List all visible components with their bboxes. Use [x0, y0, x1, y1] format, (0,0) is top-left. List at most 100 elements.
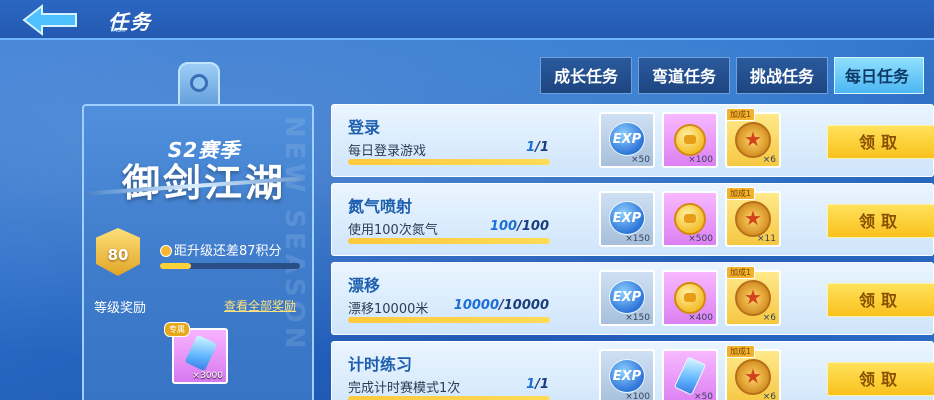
level-progress-bar	[160, 263, 300, 269]
task-name: 计时练习	[348, 355, 413, 374]
star-medal-icon: ★	[735, 359, 771, 395]
task-row: 漂移 漂移10000米 10000/10000 EXP ×150 ×400 加成…	[331, 262, 934, 335]
task-name: 漂移	[348, 276, 381, 295]
task-progress-text: 100/100	[490, 219, 549, 234]
top-bar: 任务 TASK	[0, 0, 934, 40]
level-reward-item[interactable]: 专属 ×3000	[164, 322, 228, 384]
task-progress-text: 1/1	[526, 140, 549, 155]
reward-count: ×11	[757, 234, 776, 244]
coin-icon	[674, 203, 706, 235]
reward-count: ×150	[625, 234, 650, 244]
bonus-tag: 加成1	[726, 108, 756, 121]
reward-item[interactable]: EXP ×50	[599, 112, 655, 168]
claim-button[interactable]: 领取	[827, 362, 934, 396]
reward-count: ×6	[762, 313, 776, 323]
crystal-icon	[184, 334, 218, 372]
task-description: 完成计时赛模式1次	[348, 381, 461, 396]
progress-current: 1	[526, 140, 536, 155]
tab-corner[interactable]: 弯道任务	[638, 57, 731, 94]
reward-item[interactable]: ×50	[662, 349, 718, 400]
back-arrow-icon[interactable]	[20, 3, 80, 37]
tab-growth[interactable]: 成长任务	[540, 57, 633, 94]
bonus-tag: 加成1	[726, 266, 756, 279]
progress-current: 1	[526, 377, 536, 392]
reward-item[interactable]: 加成1 ★ ×11	[725, 187, 781, 247]
reward-header: 等级奖励	[94, 301, 147, 316]
progress-current: 100	[489, 219, 518, 234]
star-medal-icon: ★	[735, 122, 771, 158]
reward-item[interactable]: ×500	[662, 191, 718, 247]
task-list: 登录 每日登录游戏 1/1 EXP ×50 ×100 加成1 ★ ×6 领取 氮…	[331, 104, 934, 400]
task-progress-bar	[348, 238, 550, 244]
reward-item[interactable]: ×100	[662, 112, 718, 168]
view-all-rewards-link[interactable]: 查看全部奖励	[224, 297, 296, 314]
reward-count: ×6	[762, 155, 776, 165]
coin-icon	[674, 124, 706, 156]
upgrade-text: 距升级还差87积分	[160, 240, 282, 259]
level-badge: 80	[96, 228, 140, 276]
reward-count: ×3000	[192, 371, 223, 381]
season-title: S2赛季 御剑江湖	[104, 134, 304, 203]
claim-button[interactable]: 领取	[827, 283, 934, 317]
exp-icon: EXP	[609, 201, 645, 235]
clip-hole	[190, 74, 208, 92]
task-row: 登录 每日登录游戏 1/1 EXP ×50 ×100 加成1 ★ ×6 领取	[331, 104, 934, 177]
task-progress-fill	[348, 159, 550, 165]
task-progress-bar	[348, 317, 550, 323]
task-description: 每日登录游戏	[348, 144, 427, 159]
task-tabs: 成长任务 弯道任务 挑战任务 每日任务	[540, 57, 925, 94]
task-description: 漂移10000米	[348, 302, 429, 317]
star-medal-icon: ★	[735, 280, 771, 316]
exp-icon: EXP	[609, 359, 645, 393]
reward-item[interactable]: ×400	[662, 270, 718, 326]
task-name: 氮气喷射	[348, 197, 413, 216]
task-name: 登录	[348, 118, 381, 137]
tab-challenge[interactable]: 挑战任务	[736, 57, 829, 94]
task-row: 氮气喷射 使用100次氮气 100/100 EXP ×150 ×500 加成1 …	[331, 183, 934, 256]
reward-count: ×150	[625, 313, 650, 323]
reward-count: ×100	[625, 392, 650, 400]
claim-button[interactable]: 领取	[827, 204, 934, 238]
reward-count: ×50	[631, 155, 650, 165]
reward-count: ×100	[688, 155, 713, 165]
reward-count: ×50	[694, 392, 713, 400]
task-progress-fill	[348, 396, 550, 400]
reward-item[interactable]: 加成1 ★ ×6	[725, 266, 781, 326]
task-progress-fill	[348, 238, 550, 244]
points-icon	[160, 245, 172, 257]
progress-total: /100	[517, 219, 549, 234]
star-medal-icon: ★	[735, 201, 771, 237]
task-progress-bar	[348, 396, 550, 400]
reward-item[interactable]: EXP ×150	[599, 191, 655, 247]
task-progress-text: 1/1	[526, 377, 549, 392]
tab-daily[interactable]: 每日任务	[834, 57, 925, 94]
coin-icon	[674, 282, 706, 314]
reward-item[interactable]: 加成1 ★ ×6	[725, 345, 781, 400]
task-progress-fill	[348, 317, 550, 323]
claim-button[interactable]: 领取	[827, 125, 934, 159]
reward-item[interactable]: 加成1 ★ ×6	[725, 108, 781, 168]
reward-count: ×400	[688, 313, 713, 323]
progress-total: /10000	[499, 298, 549, 313]
progress-total: /1	[535, 377, 549, 392]
page-subtitle: TASK	[110, 27, 126, 34]
exp-icon: EXP	[609, 122, 645, 156]
bonus-tag: 加成1	[726, 187, 756, 200]
season-label: S2赛季	[167, 138, 241, 162]
progress-total: /1	[535, 140, 549, 155]
upgrade-label: 距升级还差87积分	[174, 244, 282, 259]
crystal-icon	[673, 356, 707, 396]
reward-item[interactable]: EXP ×100	[599, 349, 655, 400]
level-progress-fill	[160, 263, 191, 269]
season-panel: NEW SEASON S2赛季 御剑江湖 80 距升级还差87积分 等级奖励 查…	[82, 104, 314, 400]
exp-icon: EXP	[609, 280, 645, 314]
task-progress-bar	[348, 159, 550, 165]
reward-count: ×500	[688, 234, 713, 244]
reward-item[interactable]: EXP ×150	[599, 270, 655, 326]
exclusive-tag: 专属	[164, 322, 190, 337]
reward-count: ×6	[762, 392, 776, 400]
progress-current: 10000	[453, 298, 500, 313]
task-progress-text: 10000/10000	[454, 298, 549, 313]
bonus-tag: 加成1	[726, 345, 756, 358]
task-row: 计时练习 完成计时赛模式1次 1/1 EXP ×100 ×50 加成1 ★ ×6…	[331, 341, 934, 400]
